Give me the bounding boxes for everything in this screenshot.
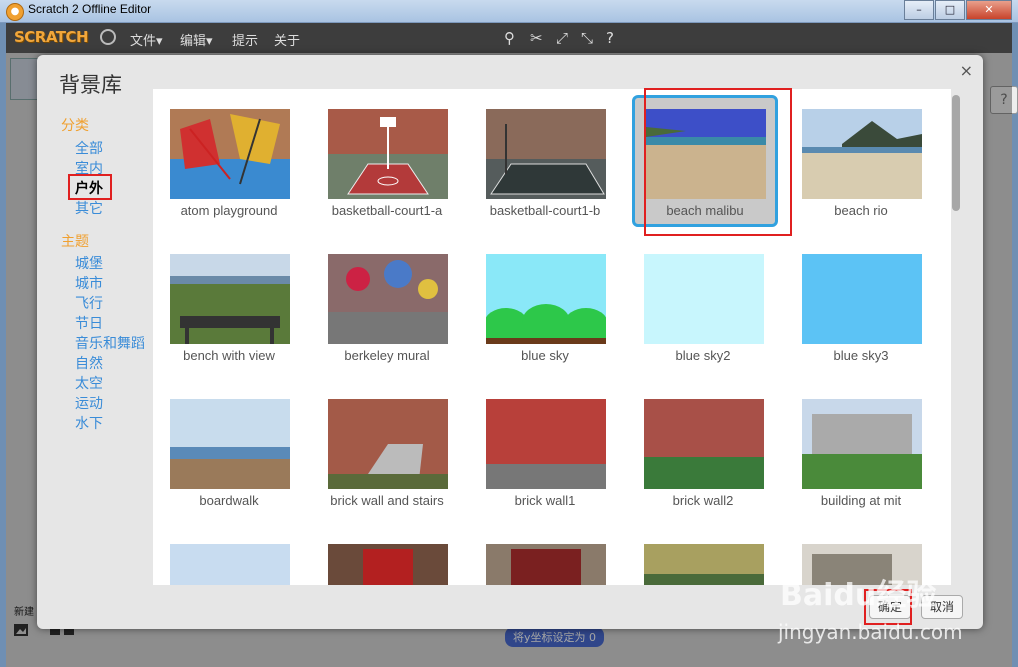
theme-underwater[interactable]: 水下: [75, 413, 103, 433]
shrink-icon[interactable]: ⤡: [581, 29, 593, 47]
backdrop-thumbnail: [486, 544, 606, 585]
grow-icon[interactable]: ⤢: [556, 29, 568, 47]
category-other[interactable]: 其它: [75, 198, 103, 218]
backdrop-tile[interactable]: blue sky3: [788, 240, 934, 372]
backdrop-tile[interactable]: bench with view: [156, 240, 302, 372]
backdrop-thumbnail: [802, 399, 922, 489]
backdrop-tile[interactable]: brick wall2: [630, 385, 776, 517]
backdrop-thumbnail: [644, 254, 764, 344]
backdrop-tile[interactable]: [472, 530, 618, 585]
backdrop-label: blue sky: [521, 348, 569, 363]
scratch-logo: SCRATCH: [14, 28, 89, 46]
backdrop-tile[interactable]: [156, 530, 302, 585]
backdrop-label: blue sky2: [675, 348, 731, 363]
delete-scissors-icon[interactable]: ✂: [530, 29, 543, 47]
backdrop-label: brick wall1: [514, 493, 576, 508]
backdrop-label: brick wall2: [672, 493, 734, 508]
window-controls: – □ ✕: [903, 0, 1012, 20]
backdrop-label: brick wall and stairs: [330, 493, 444, 508]
backdrop-label: basketball-court1-b: [489, 203, 601, 218]
backdrop-label: basketball-court1-a: [331, 203, 443, 218]
close-dialog-icon[interactable]: ×: [960, 61, 973, 80]
backdrop-label: blue sky3: [833, 348, 889, 363]
backdrop-label: boardwalk: [199, 493, 259, 508]
scratch-app-icon: ●: [6, 3, 24, 21]
theme-music-dance[interactable]: 音乐和舞蹈: [75, 333, 145, 353]
backdrop-label: atom playground: [180, 203, 278, 218]
backdrop-thumbnail: [328, 544, 448, 585]
backdrop-tile[interactable]: brick wall1: [472, 385, 618, 517]
theme-sports[interactable]: 运动: [75, 393, 103, 413]
scrollbar-thumb[interactable]: [952, 95, 960, 211]
backdrop-label: berkeley mural: [344, 348, 430, 363]
backdrop-tile[interactable]: blue sky: [472, 240, 618, 372]
backdrop-tile[interactable]: atom playground: [156, 95, 302, 227]
backdrop-tile[interactable]: blue sky2: [630, 240, 776, 372]
backdrop-tile[interactable]: basketball-court1-a: [314, 95, 460, 227]
duplicate-stamp-icon[interactable]: ⚲: [504, 29, 515, 47]
theme-castle[interactable]: 城堡: [75, 253, 103, 273]
theme-nature[interactable]: 自然: [75, 353, 103, 373]
menu-edit[interactable]: 编辑▾: [180, 30, 213, 49]
backdrop-label: building at mit: [820, 493, 902, 508]
backdrop-thumbnail: [486, 109, 606, 199]
help-icon[interactable]: ?: [606, 29, 614, 47]
menu-tips[interactable]: 提示: [232, 30, 258, 49]
backdrop-tile[interactable]: brick wall and stairs: [314, 385, 460, 517]
watermark: Baidu经验: [780, 578, 937, 613]
backdrop-thumbnail: [486, 254, 606, 344]
backdrop-thumbnail: [170, 109, 290, 199]
watermark-url: jingyan.baidu.com: [778, 620, 963, 644]
backdrop-thumbnail: [486, 399, 606, 489]
theme-holiday[interactable]: 节日: [75, 313, 103, 333]
maximize-button[interactable]: □: [935, 0, 965, 20]
backdrop-label: bench with view: [183, 348, 275, 363]
window-titlebar: ● Scratch 2 Offline Editor – □ ✕: [0, 0, 1018, 23]
theme-heading: 主题: [61, 234, 89, 250]
backdrop-tile[interactable]: berkeley mural: [314, 240, 460, 372]
backdrop-tile[interactable]: boardwalk: [156, 385, 302, 517]
backdrop-thumbnail: [328, 109, 448, 199]
backdrop-thumbnail: [170, 254, 290, 344]
backdrop-tile[interactable]: basketball-court1-b: [472, 95, 618, 227]
backdrop-thumbnail: [802, 109, 922, 199]
backdrop-grid: atom playground basketball-court1-a bask…: [153, 89, 951, 585]
backdrop-thumbnail: [644, 399, 764, 489]
menu-file[interactable]: 文件▾: [130, 30, 163, 49]
menu-about[interactable]: 关于: [274, 30, 300, 49]
close-window-button[interactable]: ✕: [966, 0, 1012, 20]
language-globe-icon[interactable]: [100, 29, 116, 45]
backdrop-tile[interactable]: [630, 530, 776, 585]
backdrop-library-dialog: 背景库 × 分类 全部 室内 户外 其它 主题 城堡 城市 飞行 节日 音乐和舞…: [37, 55, 983, 629]
minimize-button[interactable]: –: [904, 0, 934, 20]
backdrop-label: beach rio: [834, 203, 888, 218]
backdrop-thumbnail: [328, 399, 448, 489]
highlight-box: [644, 88, 792, 236]
theme-flying[interactable]: 飞行: [75, 293, 103, 313]
backdrop-tile[interactable]: [314, 530, 460, 585]
dialog-title: 背景库: [59, 73, 122, 97]
backdrop-thumbnail: [170, 399, 290, 489]
backdrop-tile[interactable]: beach rio: [788, 95, 934, 227]
window-title: Scratch 2 Offline Editor: [28, 2, 152, 16]
backdrop-thumbnail: [328, 254, 448, 344]
category-all[interactable]: 全部: [75, 138, 103, 158]
backdrop-thumbnail: [644, 544, 764, 585]
backdrop-thumbnail: [802, 254, 922, 344]
category-heading: 分类: [61, 118, 89, 134]
backdrop-thumbnail: [170, 544, 290, 585]
menu-bar: SCRATCH 文件▾ 编辑▾ 提示 关于 ⚲ ✂ ⤢ ⤡ ?: [6, 23, 1012, 53]
theme-space[interactable]: 太空: [75, 373, 103, 393]
grid-scrollbar[interactable]: [952, 95, 960, 579]
theme-city[interactable]: 城市: [75, 273, 103, 293]
backdrop-tile[interactable]: building at mit: [788, 385, 934, 517]
highlight-box: [68, 174, 112, 200]
